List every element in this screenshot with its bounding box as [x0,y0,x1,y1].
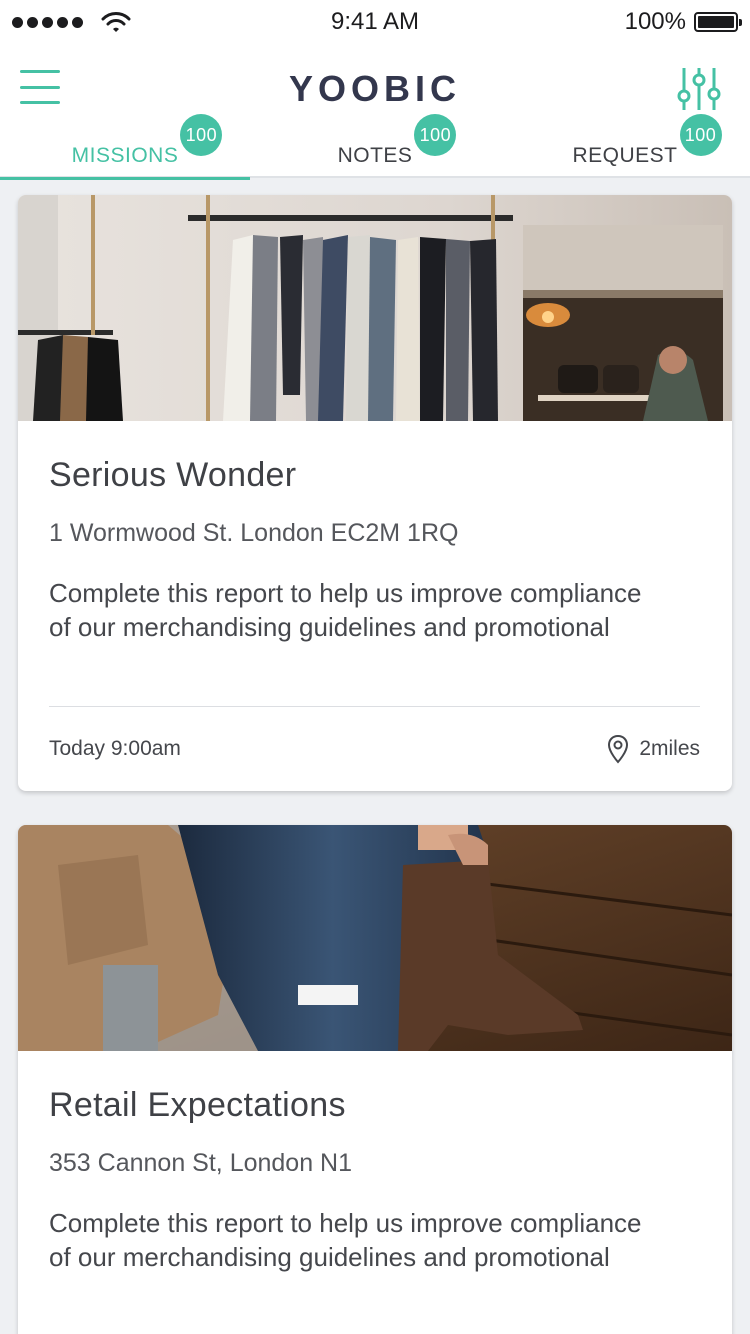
mission-distance: 2miles [607,734,700,764]
battery-percent: 100% [624,8,686,35]
battery-status: 100% [624,8,742,36]
count-badge: 100 [180,114,223,156]
mission-description: Complete this report to help us improve … [49,578,642,642]
sliders-icon [677,68,721,110]
tab-label: MISSIONS [71,144,179,167]
mission-photo-boots [18,825,732,1051]
mission-address: 353 Cannon St, London N1 [49,1149,353,1177]
tab-request[interactable]: REQUEST 100 [500,114,750,178]
tab-bar: MISSIONS 100 NOTES 100 REQUEST 100 [0,114,750,180]
mission-footer: Today 9:00am 2miles [49,707,700,791]
mission-time: Today 9:00am [49,737,181,760]
mission-card[interactable]: Retail Expectations 353 Cannon St, Londo… [18,825,732,1334]
tab-notes[interactable]: NOTES 100 [250,114,500,178]
status-bar: 9:41 AM 100% [0,0,750,44]
app-header: YOOBIC MISSIONS 100 NOTES 100 REQUEST 10… [0,44,750,180]
tab-label: REQUEST [572,144,678,167]
signal-strength-icon [12,11,131,33]
filter-button[interactable] [676,66,722,112]
battery-icon [694,12,742,32]
mission-title: Retail Expectations [49,1086,346,1124]
mission-description: Complete this report to help us improve … [49,1208,642,1272]
wifi-icon [101,12,131,32]
distance-value: 2miles [639,737,700,760]
count-badge: 100 [679,114,722,156]
mission-photo-clothing-rack [18,195,732,421]
mission-card[interactable]: Serious Wonder 1 Wormwood St. London EC2… [18,195,732,791]
mission-title: Serious Wonder [49,456,297,494]
mission-address: 1 Wormwood St. London EC2M 1RQ [49,519,459,547]
tab-label: NOTES [337,144,413,167]
map-pin-icon [608,734,629,764]
tab-missions[interactable]: MISSIONS 100 [0,114,250,180]
app-logo: YOOBIC [288,68,461,109]
count-badge: 100 [414,114,457,156]
